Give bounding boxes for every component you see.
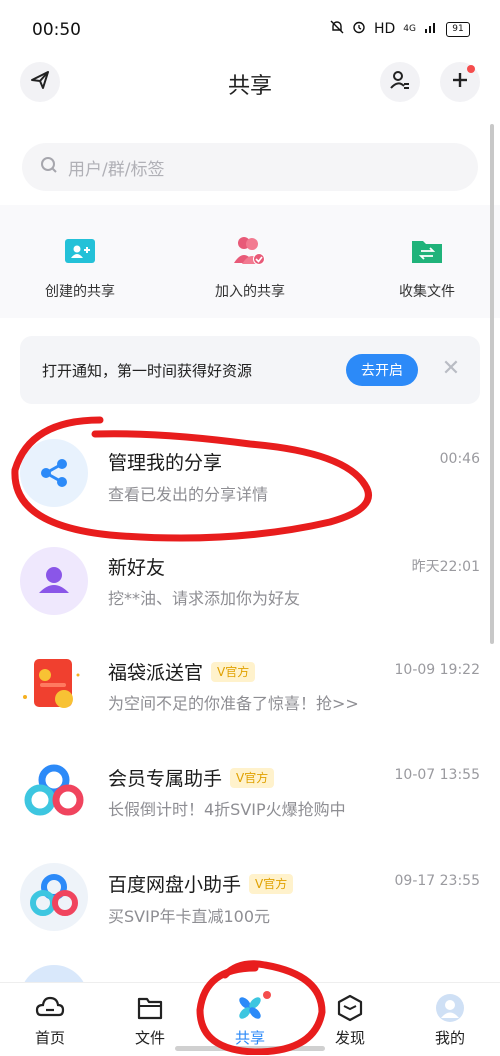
plus-icon (450, 70, 470, 94)
list-item-time: 00:46 (439, 451, 480, 467)
quick-action-created-shares[interactable]: 创建的共享 (15, 233, 145, 301)
person-icon (20, 547, 88, 615)
list-item-title: 百度网盘小助手 V官方 (108, 870, 294, 897)
list-item-title: 新好友 (108, 557, 166, 579)
notification-dot (467, 65, 475, 73)
quick-action-label: 加入的共享 (215, 284, 285, 300)
list-item-new-friends[interactable]: 新好友 挖**油、请求添加你为好友 昨天22:01 (0, 528, 500, 638)
list-item-manage-shares[interactable]: 管理我的分享 查看已发出的分享详情 00:46 (0, 418, 500, 528)
cube-icon (335, 993, 365, 1023)
user-list-icon (389, 69, 411, 95)
baidu-pan-logo-icon (20, 758, 88, 826)
nav-label: 文件 (134, 1029, 165, 1047)
notification-text: 打开通知，第一时间获得好资源 (42, 362, 253, 380)
list-item-title: 管理我的分享 (108, 452, 223, 474)
enable-notification-button[interactable]: 去开启 (346, 354, 418, 386)
status-icons: HD 4G 91 (330, 20, 470, 38)
contacts-button[interactable] (380, 62, 420, 102)
close-icon[interactable]: ✕ (440, 358, 462, 380)
signal-label: 4G (403, 24, 416, 34)
page-title: 共享 (227, 74, 272, 99)
home-indicator (175, 1046, 325, 1051)
mute-icon (330, 20, 344, 38)
list-item-title: 会员专属助手 V官方 (108, 764, 275, 791)
avatar-icon (435, 993, 465, 1023)
nav-item-files[interactable]: 文件 (110, 993, 190, 1048)
share-icon (20, 439, 88, 507)
red-envelope-icon (20, 655, 88, 723)
search-placeholder: 用户/群/标签 (68, 159, 165, 180)
quick-action-label: 收集文件 (399, 284, 455, 300)
list-item-time: 10-09 19:22 (394, 662, 480, 678)
nav-item-home[interactable]: 首页 (10, 993, 90, 1048)
signal-icon (424, 20, 438, 38)
battery-indicator: 91 (446, 21, 470, 37)
add-button[interactable] (440, 62, 480, 102)
search-icon (40, 156, 58, 178)
nav-item-share[interactable]: 共享 (210, 991, 290, 1048)
nav-badge-dot (263, 991, 271, 999)
list-item-subtitle: 买SVIP年卡直减100元 (108, 907, 271, 926)
quick-actions: 创建的共享 加入的共享 收集文件 (0, 205, 500, 318)
share-flower-icon (235, 991, 271, 1023)
scrollbar[interactable] (490, 124, 494, 644)
list-item-subtitle: 查看已发出的分享详情 (108, 485, 269, 504)
official-badge: V官方 (230, 767, 275, 788)
quick-action-collect-files[interactable]: 收集文件 (362, 233, 492, 301)
list-item-subtitle: 长假倒计时！4折SVIP火爆抢购中 (108, 800, 346, 819)
nav-item-discover[interactable]: 发现 (310, 993, 390, 1048)
nav-label: 我的 (434, 1029, 465, 1047)
notification-banner: 打开通知，第一时间获得好资源 去开启 ✕ (20, 336, 480, 404)
list-item-vip-assistant[interactable]: 会员专属助手 V官方 长假倒计时！4折SVIP火爆抢购中 10-07 13:55 (0, 748, 500, 858)
nav-label: 首页 (34, 1029, 65, 1047)
folder-icon (135, 993, 165, 1023)
nav-item-me[interactable]: 我的 (410, 993, 490, 1048)
quick-action-joined-shares[interactable]: 加入的共享 (185, 233, 315, 301)
top-header: 共享 (0, 60, 500, 110)
list-item-subtitle: 为空间不足的你准备了惊喜！抢>> (108, 694, 359, 713)
bottom-nav: 首页 文件 共享 发现 我的 (0, 982, 500, 1056)
nav-label: 共享 (234, 1029, 265, 1047)
list-item-time: 09-17 23:55 (394, 873, 480, 889)
cloud-home-icon (35, 993, 65, 1023)
list-item-subtitle: 挖**油、请求添加你为好友 (108, 589, 301, 608)
list-item-title: 福袋派送官 V官方 (108, 658, 256, 685)
collect-folder-icon (409, 233, 445, 269)
list-item-baidu-pan-helper[interactable]: 百度网盘小助手 V官方 买SVIP年卡直减100元 09-17 23:55 (0, 858, 500, 968)
official-badge: V官方 (211, 661, 256, 682)
nav-label: 发现 (334, 1029, 365, 1047)
joined-users-icon (232, 233, 268, 269)
alarm-icon (352, 20, 366, 38)
share-folder-add-icon (62, 233, 98, 269)
quick-action-label: 创建的共享 (45, 284, 115, 300)
list-item-time: 昨天22:01 (411, 559, 480, 575)
baidu-pan-logo-icon (20, 863, 88, 931)
search-bar[interactable]: 用户/群/标签 (22, 143, 478, 191)
list-item-time: 10-07 13:55 (394, 767, 480, 783)
status-bar: 00:50 HD 4G 91 (0, 0, 500, 60)
network-hd: HD (373, 21, 396, 37)
status-time: 00:50 (32, 20, 81, 40)
official-badge: V官方 (249, 873, 294, 894)
list-item-lucky-bag[interactable]: 福袋派送官 V官方 为空间不足的你准备了惊喜！抢>> 10-09 19:22 (0, 638, 500, 748)
